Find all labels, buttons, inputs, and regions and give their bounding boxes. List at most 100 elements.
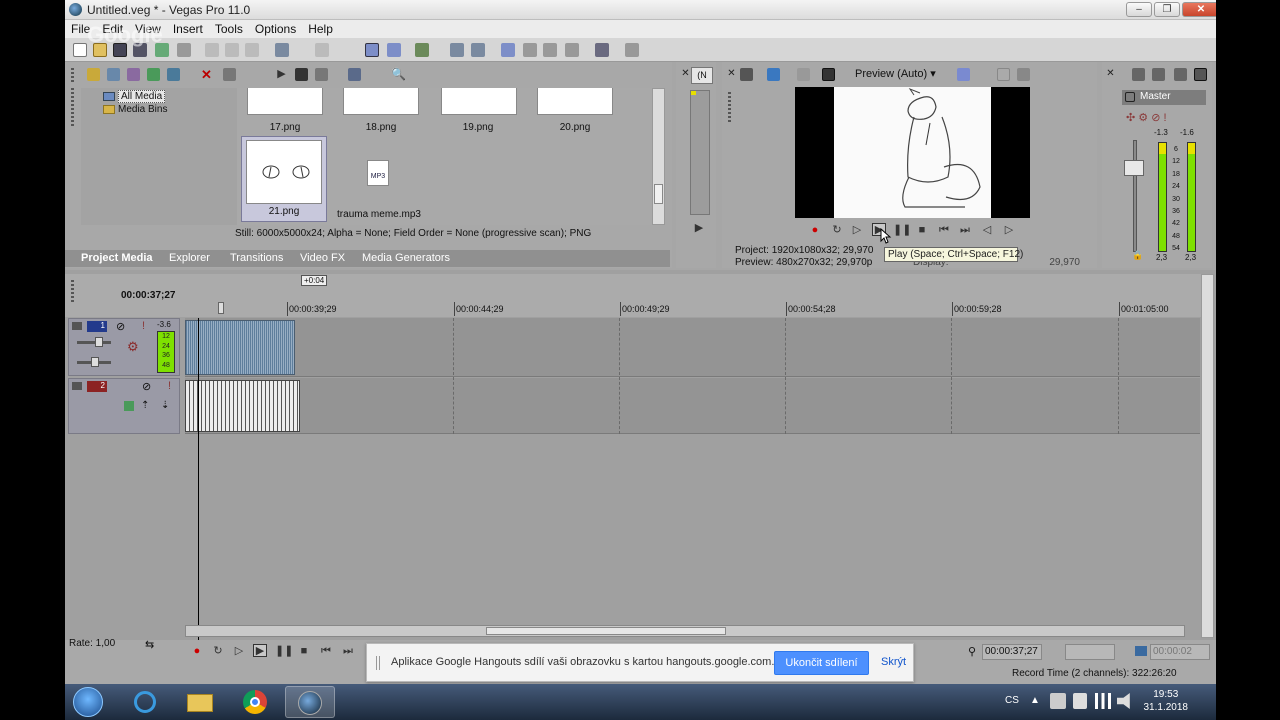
media-selected-frame[interactable]: 21.png bbox=[241, 136, 327, 222]
clock[interactable]: 19:53 31.1.2018 bbox=[1144, 688, 1189, 714]
internet-explorer-icon[interactable] bbox=[120, 686, 170, 718]
views-icon[interactable] bbox=[348, 68, 361, 81]
maximize-button[interactable]: ❐ bbox=[1154, 2, 1180, 17]
menu-insert[interactable]: Insert bbox=[167, 20, 209, 38]
master-fx-icons[interactable]: ✣ ⚙ ⊘ ! bbox=[1126, 111, 1167, 124]
properties-icon[interactable] bbox=[177, 43, 191, 57]
loop-playback-icon[interactable]: ↻ bbox=[211, 645, 225, 658]
track-fx-icon[interactable]: ⚙ bbox=[127, 339, 139, 355]
menu-tools[interactable]: Tools bbox=[209, 20, 249, 38]
start-button[interactable] bbox=[73, 687, 103, 717]
refresh-icon[interactable] bbox=[147, 68, 160, 81]
previous-frame-icon[interactable]: ◁ bbox=[980, 224, 994, 237]
paste-icon[interactable] bbox=[245, 43, 259, 57]
playhead-handle[interactable] bbox=[218, 302, 224, 314]
properties-icon[interactable] bbox=[223, 68, 236, 81]
minimize-button[interactable]: – bbox=[1126, 2, 1152, 17]
collapse-track-icon[interactable] bbox=[72, 322, 82, 330]
cut-icon[interactable] bbox=[205, 43, 219, 57]
master-fader-handle[interactable] bbox=[1124, 160, 1144, 176]
downmix-icon[interactable] bbox=[1152, 68, 1165, 81]
selection-length-marker[interactable]: +0:04 bbox=[301, 275, 328, 286]
hide-link[interactable]: Skrýt bbox=[881, 656, 906, 668]
file-explorer-icon[interactable] bbox=[175, 686, 225, 718]
media-fx-icon[interactable] bbox=[167, 68, 180, 81]
flag-icon[interactable] bbox=[1050, 693, 1066, 709]
master-fader-track[interactable] bbox=[1133, 140, 1137, 252]
audio-clip[interactable] bbox=[185, 320, 295, 375]
track-header-1[interactable]: 1 ⊘ ! -3.6 12 24 36 48 ⚙ bbox=[68, 318, 180, 376]
tree-item-all-media[interactable]: All Media bbox=[103, 90, 166, 103]
selection-tool-icon[interactable] bbox=[415, 43, 429, 57]
mixer-properties-icon[interactable] bbox=[1132, 68, 1145, 81]
volume-slider-handle[interactable] bbox=[95, 337, 103, 347]
pan-slider-handle[interactable] bbox=[91, 357, 99, 367]
compositing-child-icon[interactable]: ⇣ bbox=[161, 400, 169, 411]
play-from-start-icon[interactable]: ▷ bbox=[850, 224, 864, 237]
record-icon[interactable]: ● bbox=[808, 224, 822, 237]
stop-button[interactable]: ■ bbox=[297, 645, 311, 658]
pause-button[interactable]: ❚❚ bbox=[275, 645, 293, 658]
preview-quality-dropdown[interactable]: Preview (Auto) ▾ bbox=[855, 67, 936, 80]
timeline-hscroll[interactable] bbox=[185, 625, 1185, 637]
auto-crossfade-icon[interactable] bbox=[523, 43, 537, 57]
new-project-icon[interactable] bbox=[73, 43, 87, 57]
video-properties-icon[interactable] bbox=[740, 68, 753, 81]
help-pointer-icon[interactable] bbox=[625, 43, 639, 57]
markers-icon[interactable] bbox=[595, 43, 609, 57]
envelope-tool-icon[interactable] bbox=[387, 43, 401, 57]
preview-play-icon[interactable]: ▶ bbox=[275, 68, 288, 81]
go-to-end-icon[interactable]: ⏭ bbox=[958, 224, 972, 237]
auto-ripple-icon[interactable] bbox=[450, 43, 464, 57]
next-frame-icon[interactable]: ▷ bbox=[1002, 224, 1016, 237]
usb-icon[interactable] bbox=[1073, 693, 1087, 709]
overlays-icon[interactable] bbox=[957, 68, 970, 81]
tree-item-media-bins[interactable]: Media Bins bbox=[103, 104, 167, 115]
dock-handle-side[interactable] bbox=[71, 88, 74, 128]
play-button[interactable]: ▶ bbox=[253, 644, 267, 657]
stop-button[interactable]: ■ bbox=[915, 224, 929, 237]
tab-explorer[interactable]: Explorer bbox=[169, 252, 210, 264]
media-scrollbar[interactable] bbox=[652, 88, 665, 225]
dim-output-icon[interactable] bbox=[1174, 68, 1187, 81]
composite-mode-icon[interactable]: ⇡ bbox=[141, 400, 149, 411]
preview-stop-icon[interactable] bbox=[295, 68, 308, 81]
dock-handle[interactable] bbox=[71, 68, 74, 82]
go-to-start-icon[interactable]: ⏮ bbox=[937, 224, 951, 237]
track-header-2[interactable]: 2 ⊘ ! ⇡ ⇣ bbox=[68, 378, 180, 434]
split-screen-icon[interactable] bbox=[822, 68, 835, 81]
search-media-icon[interactable]: 🔍 bbox=[391, 68, 406, 81]
media-import-icon[interactable] bbox=[87, 68, 100, 81]
chrome-icon[interactable] bbox=[230, 686, 280, 718]
play-from-start-icon[interactable]: ▷ bbox=[232, 645, 246, 658]
collapse-track-icon[interactable] bbox=[72, 382, 82, 390]
audio-track-lane[interactable] bbox=[185, 318, 1200, 377]
master-lock-icon[interactable]: 🔒 bbox=[1132, 250, 1143, 261]
tab-media-generators[interactable]: Media Generators bbox=[362, 252, 450, 264]
media-thumbnail[interactable] bbox=[441, 88, 517, 115]
track-motion-icon[interactable] bbox=[124, 401, 134, 411]
volume-icon[interactable] bbox=[1117, 693, 1130, 709]
tab-video-fx[interactable]: Video FX bbox=[300, 252, 345, 264]
timeline-vscroll[interactable] bbox=[1201, 274, 1214, 638]
close-panel-icon[interactable]: ✕ bbox=[725, 68, 738, 81]
get-media-web-icon[interactable] bbox=[127, 68, 140, 81]
tab-project-media[interactable]: Project Media bbox=[81, 252, 153, 264]
network-icon[interactable] bbox=[1095, 693, 1111, 709]
trimmer-play-icon[interactable]: ▶ bbox=[692, 222, 706, 235]
record-icon[interactable]: ● bbox=[190, 645, 204, 658]
menu-help[interactable]: Help bbox=[302, 20, 339, 38]
close-panel-icon[interactable]: ✕ bbox=[1104, 68, 1117, 81]
video-clip[interactable] bbox=[185, 380, 300, 432]
close-button[interactable]: ✕ bbox=[1182, 2, 1216, 17]
normal-edit-tool-icon[interactable] bbox=[365, 43, 379, 57]
copy-snapshot-icon[interactable] bbox=[997, 68, 1010, 81]
solo-icon[interactable]: ! bbox=[142, 320, 145, 332]
rate-slider-icon[interactable]: ⇆ bbox=[145, 638, 154, 651]
selection-start-field[interactable] bbox=[1065, 644, 1115, 660]
media-thumbnail[interactable] bbox=[247, 88, 323, 115]
drag-grip-icon[interactable] bbox=[376, 656, 380, 670]
tab-transitions[interactable]: Transitions bbox=[230, 252, 283, 264]
show-hidden-icons[interactable]: ▲ bbox=[1030, 695, 1040, 706]
copy-icon[interactable] bbox=[225, 43, 239, 57]
